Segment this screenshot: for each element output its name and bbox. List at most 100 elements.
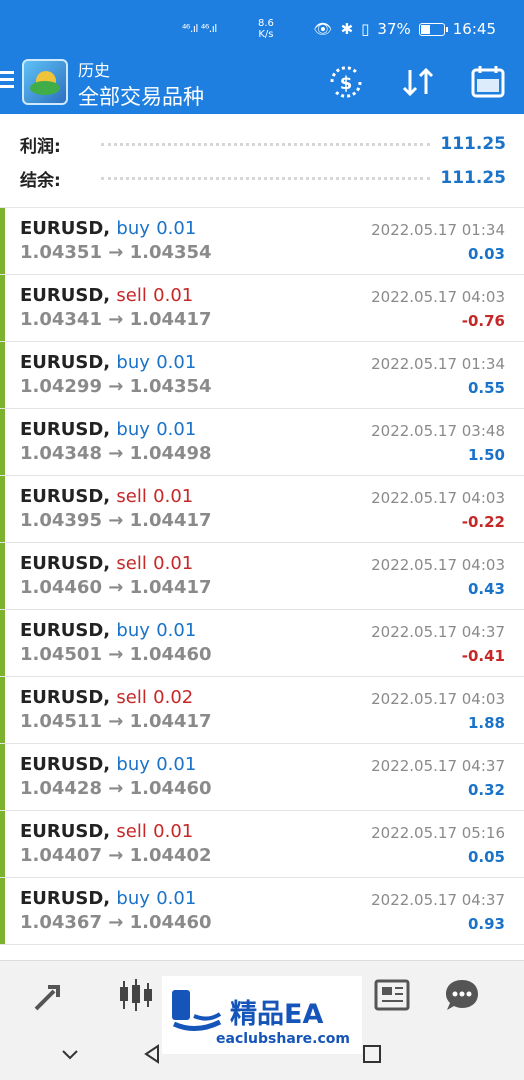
trade-side: sell bbox=[116, 687, 147, 708]
watermark: 精品EA eaclubshare.com bbox=[162, 976, 362, 1054]
status-bar: ⁴⁶.ıl ⁴⁶.ıl 8.6 K/s 👁 ✱ ▯ 37% 16:45 bbox=[0, 0, 524, 56]
watermark-url: eaclubshare.com bbox=[216, 1031, 350, 1047]
trade-profit: 0.43 bbox=[467, 580, 505, 598]
trade-profit: 0.05 bbox=[467, 848, 505, 866]
trade-row[interactable]: EURUSD, buy 0.01 1.04299 → 1.04354 2022.… bbox=[0, 342, 524, 409]
trade-time: 2022.05.17 05:16 bbox=[371, 824, 505, 842]
trade-row[interactable]: EURUSD, sell 0.02 1.04511 → 1.04417 2022… bbox=[0, 677, 524, 744]
news-icon[interactable] bbox=[372, 975, 412, 1015]
battery-percent: 37% bbox=[377, 20, 411, 38]
app-bar: 历史 全部交易品种 $ bbox=[0, 56, 524, 114]
trade-time: 2022.05.17 04:03 bbox=[371, 489, 505, 507]
vibrate-icon: ▯ bbox=[361, 20, 370, 38]
trade-time: 2022.05.17 04:37 bbox=[371, 623, 505, 641]
trade-profit: -0.41 bbox=[461, 647, 505, 665]
trade-symbol: EURUSD, bbox=[20, 352, 111, 373]
trade-row[interactable]: EURUSD, sell 0.01 1.04460 → 1.04417 2022… bbox=[0, 543, 524, 610]
trade-symbol: EURUSD, bbox=[20, 419, 111, 440]
trade-volume: 0.01 bbox=[153, 285, 194, 306]
trade-time: 2022.05.17 04:03 bbox=[371, 288, 505, 306]
watermark-text: 精品EA bbox=[230, 999, 324, 1030]
watermark-logo bbox=[172, 990, 222, 1031]
trade-row[interactable]: EURUSD, sell 0.01 1.04407 → 1.04402 2022… bbox=[0, 811, 524, 878]
trade-row[interactable]: EURUSD, buy 0.01 1.04501 → 1.04460 2022.… bbox=[0, 610, 524, 677]
trade-side: buy bbox=[116, 888, 150, 909]
summary-panel: 利润: 111.25 结余: 111.25 bbox=[0, 114, 524, 208]
trade-profit: 0.03 bbox=[467, 245, 505, 263]
trade-prices: 1.04299 → 1.04354 bbox=[20, 376, 212, 397]
trade-time: 2022.05.17 04:03 bbox=[371, 690, 505, 708]
trade-side: sell bbox=[116, 486, 147, 507]
trade-symbol: EURUSD, bbox=[20, 553, 111, 574]
trade-row[interactable]: EURUSD, buy 0.01 1.04348 → 1.04498 2022.… bbox=[0, 409, 524, 476]
trade-profit: 0.93 bbox=[467, 915, 505, 933]
currency-exchange-icon[interactable]: $ bbox=[326, 62, 366, 102]
trade-profit: 0.32 bbox=[467, 781, 505, 799]
trade-volume: 0.01 bbox=[153, 821, 194, 842]
trade-side: sell bbox=[116, 553, 147, 574]
eye-icon: 👁 bbox=[313, 20, 333, 38]
trade-time: 2022.05.17 04:03 bbox=[371, 556, 505, 574]
trade-profit: -0.22 bbox=[461, 513, 505, 531]
trade-row[interactable]: EURUSD, sell 0.01 1.04395 → 1.04417 2022… bbox=[0, 476, 524, 543]
calendar-icon[interactable] bbox=[468, 62, 508, 102]
trade-side: buy bbox=[116, 352, 150, 373]
quotes-icon[interactable] bbox=[32, 975, 72, 1015]
network-indicator: ⁴⁶.ıl ⁴⁶.ıl bbox=[182, 22, 217, 35]
trade-time: 2022.05.17 01:34 bbox=[371, 355, 505, 373]
trade-symbol: EURUSD, bbox=[20, 821, 111, 842]
trade-side: sell bbox=[116, 285, 147, 306]
trade-time: 2022.05.17 04:37 bbox=[371, 891, 505, 909]
trade-side: sell bbox=[116, 821, 147, 842]
trade-volume: 0.01 bbox=[156, 352, 197, 373]
profit-row: 利润: 111.25 bbox=[20, 129, 506, 159]
menu-icon[interactable] bbox=[0, 69, 16, 91]
trade-prices: 1.04460 → 1.04417 bbox=[20, 577, 212, 598]
trade-time: 2022.05.17 04:37 bbox=[371, 757, 505, 775]
trade-prices: 1.04348 → 1.04498 bbox=[20, 443, 212, 464]
trade-volume: 0.01 bbox=[156, 218, 197, 239]
trade-profit: 1.88 bbox=[467, 714, 505, 732]
chart-icon[interactable] bbox=[116, 975, 156, 1015]
balance-value: 111.25 bbox=[440, 168, 506, 188]
trade-list: EURUSD, buy 0.01 1.04351 → 1.04354 2022.… bbox=[0, 208, 524, 945]
trade-side: buy bbox=[116, 419, 150, 440]
trade-prices: 1.04341 → 1.04417 bbox=[20, 309, 212, 330]
trade-profit: -0.76 bbox=[461, 312, 505, 330]
trade-time: 2022.05.17 01:34 bbox=[371, 221, 505, 239]
recents-icon[interactable] bbox=[360, 1042, 384, 1066]
trade-row[interactable]: EURUSD, sell 0.01 1.04341 → 1.04417 2022… bbox=[0, 275, 524, 342]
balance-row: 结余: 111.25 bbox=[20, 163, 506, 193]
trade-volume: 0.02 bbox=[153, 687, 194, 708]
trade-prices: 1.04395 → 1.04417 bbox=[20, 510, 212, 531]
trade-symbol: EURUSD, bbox=[20, 486, 111, 507]
trade-prices: 1.04367 → 1.04460 bbox=[20, 912, 212, 933]
trade-time: 2022.05.17 03:48 bbox=[371, 422, 505, 440]
chat-icon[interactable] bbox=[442, 975, 482, 1015]
bluetooth-icon: ✱ bbox=[340, 20, 354, 38]
trade-row[interactable]: EURUSD, buy 0.01 1.04351 → 1.04354 2022.… bbox=[0, 208, 524, 275]
trade-row[interactable]: EURUSD, buy 0.01 1.04367 → 1.04460 2022.… bbox=[0, 878, 524, 945]
trade-prices: 1.04407 → 1.04402 bbox=[20, 845, 212, 866]
trade-volume: 0.01 bbox=[156, 754, 197, 775]
sort-icon[interactable] bbox=[398, 62, 438, 102]
trade-symbol: EURUSD, bbox=[20, 687, 111, 708]
page-title[interactable]: 全部交易品种 bbox=[78, 81, 204, 111]
battery-icon bbox=[418, 22, 448, 36]
trade-profit: 0.55 bbox=[467, 379, 505, 397]
trade-symbol: EURUSD, bbox=[20, 218, 111, 239]
trade-prices: 1.04351 → 1.04354 bbox=[20, 242, 212, 263]
back-icon[interactable] bbox=[140, 1042, 164, 1066]
svg-text:$: $ bbox=[340, 73, 353, 94]
trade-symbol: EURUSD, bbox=[20, 285, 111, 306]
trade-row[interactable]: EURUSD, buy 0.01 1.04428 → 1.04460 2022.… bbox=[0, 744, 524, 811]
trade-symbol: EURUSD, bbox=[20, 620, 111, 641]
app-logo bbox=[22, 59, 68, 105]
trade-prices: 1.04428 → 1.04460 bbox=[20, 778, 212, 799]
network-speed: 8.6 K/s bbox=[258, 18, 274, 40]
trade-volume: 0.01 bbox=[153, 486, 194, 507]
clock: 16:45 bbox=[452, 20, 496, 38]
chevron-down-icon[interactable] bbox=[58, 1042, 82, 1066]
profit-value: 111.25 bbox=[440, 134, 506, 154]
balance-label: 结余: bbox=[20, 170, 61, 191]
